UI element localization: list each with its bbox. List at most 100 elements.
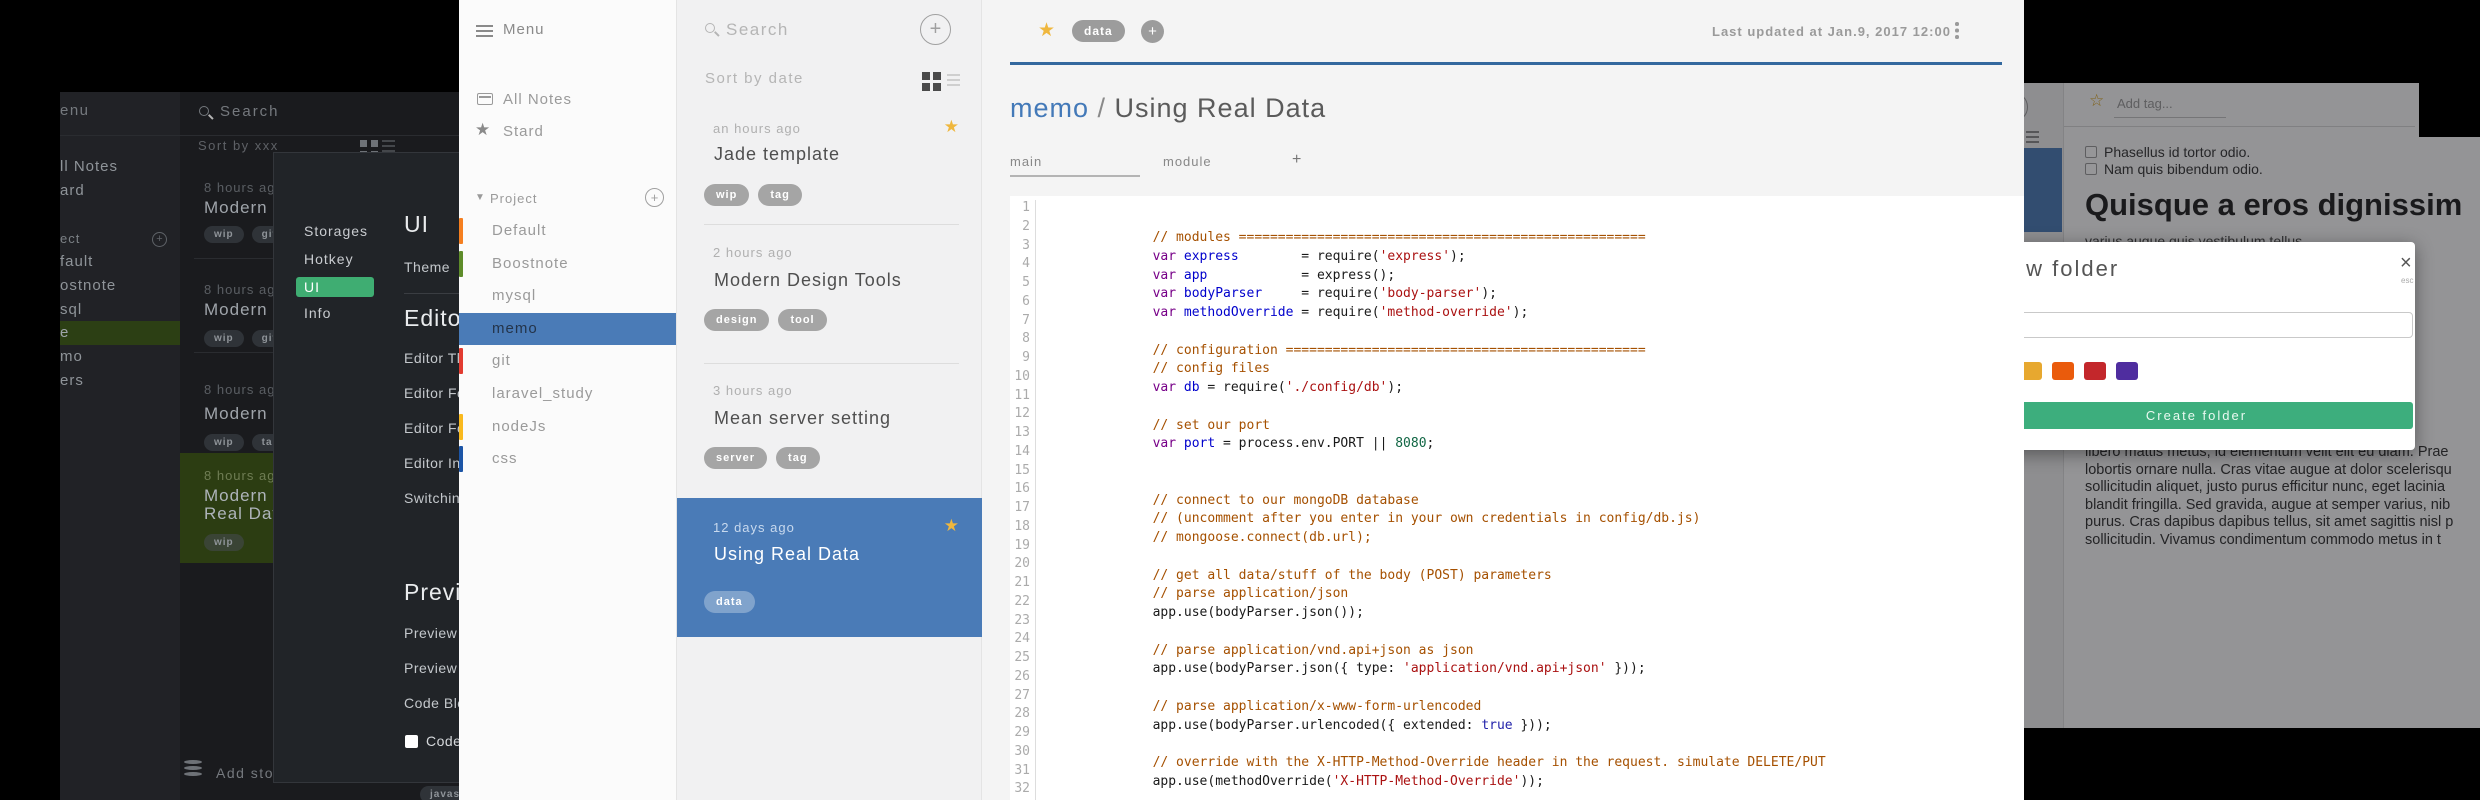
add-tag-button[interactable]: + — [1141, 20, 1164, 43]
grid-view-icon[interactable] — [360, 140, 367, 147]
create-folder-button[interactable]: Create folder — [1980, 402, 2413, 429]
left-menu-label[interactable]: enu — [60, 102, 90, 119]
tag-pill[interactable]: wip — [204, 534, 244, 551]
tag-pill[interactable]: wip — [204, 434, 244, 451]
tag-pill[interactable]: wip — [204, 330, 244, 347]
note-tag-pill[interactable]: data — [1072, 20, 1125, 42]
sidebar-item-all-notes[interactable]: All Notes — [503, 91, 572, 108]
left-folder-item[interactable]: mo — [60, 345, 180, 369]
note-list-item-selected[interactable]: 12 days ago ★ Using Real Data data — [677, 498, 983, 637]
black-margin-topright — [2024, 0, 2480, 83]
kebab-menu-icon[interactable] — [1955, 22, 1959, 26]
tag-pill[interactable]: wip — [204, 226, 244, 243]
left-folder-item[interactable]: e — [60, 321, 180, 346]
code-text: var db = require('./config/db'); — [1036, 350, 1403, 395]
settings-tab-ui[interactable]: UI — [296, 277, 374, 297]
tag-pill[interactable]: tag — [776, 447, 820, 469]
search-input[interactable]: Search — [726, 20, 789, 40]
folder-item[interactable]: mysql — [459, 280, 676, 313]
hamburger-menu-icon[interactable] — [476, 25, 493, 27]
tab-module[interactable]: module — [1163, 154, 1212, 169]
project-label[interactable]: Project — [490, 191, 537, 206]
color-swatch[interactable] — [2116, 362, 2138, 380]
code-line: 4 var bodyParser = require('body-parser'… — [1010, 256, 2024, 301]
folder-item[interactable]: git — [459, 345, 676, 378]
tag-pill[interactable]: wip — [704, 184, 750, 206]
code-text: // get all data/stuff of the body (POST)… — [1036, 538, 1552, 583]
folder-name: laravel_study — [492, 384, 594, 402]
settings-tab-ui-label: UI — [304, 279, 320, 295]
star-icon[interactable]: ★ — [944, 516, 959, 536]
list-view-icon[interactable] — [382, 140, 395, 142]
left-sidebar-item-starred[interactable]: ard — [60, 182, 85, 199]
color-swatch[interactable] — [2084, 362, 2106, 380]
star-icon[interactable]: ★ — [1038, 19, 1055, 42]
note-title: Using Real Data — [714, 544, 861, 564]
menu-label[interactable]: Menu — [503, 21, 545, 38]
line-number: 15 — [1010, 462, 1036, 482]
left-sort-label[interactable]: Sort by xxx — [198, 138, 279, 153]
color-swatch[interactable] — [2052, 362, 2074, 380]
left-search-input[interactable]: Search — [220, 103, 280, 120]
left-sidebar-project[interactable]: ect — [60, 231, 80, 246]
code-token: ; — [1426, 436, 1435, 452]
settings-ui-title: UI — [404, 211, 429, 237]
note-tags: wip — [204, 532, 252, 551]
star-icon: ★ — [475, 120, 491, 139]
note-time: an hours ago — [713, 121, 801, 136]
settings-theme-label: Theme — [404, 259, 451, 275]
breadcrumb-folder[interactable]: memo — [1010, 93, 1089, 123]
settings-tab-hotkey[interactable]: Hotkey — [304, 251, 354, 267]
tab-main-underline — [1010, 175, 1140, 177]
folder-item[interactable]: memo — [459, 312, 676, 346]
code-line: 27 app.use(bodyParser.urlencoded({ exten… — [1010, 687, 2024, 733]
code-editor[interactable]: 1 // modules ===========================… — [1010, 196, 2024, 800]
left-folder-item[interactable]: ers — [60, 369, 180, 393]
tag-pill[interactable]: data — [704, 591, 755, 613]
tag-pill[interactable]: tag — [758, 184, 802, 206]
left-folder-item[interactable]: sql — [60, 298, 180, 322]
note-time: 8 hours ago — [204, 382, 284, 397]
tag-pill[interactable]: server — [704, 447, 768, 469]
sort-by-dropdown[interactable]: Sort by date — [705, 70, 804, 87]
tag-pill[interactable]: tool — [778, 309, 827, 331]
settings-checkbox[interactable] — [405, 735, 418, 748]
sidebar-item-starred[interactable]: Stard — [503, 123, 544, 140]
folder-name: css — [492, 450, 518, 468]
left-sidebar-item-all-notes[interactable]: ll Notes — [60, 158, 118, 175]
note-list-item[interactable]: an hours ago ★ Jade template wip tag — [677, 104, 983, 224]
black-corner-topright — [2419, 83, 2480, 137]
folder-item[interactable]: laravel_study — [459, 378, 676, 411]
search-icon — [705, 23, 715, 33]
left-folder-item[interactable]: ostnote — [60, 274, 180, 298]
add-folder-icon[interactable]: + — [645, 188, 664, 207]
folder-item[interactable]: Boostnote — [459, 248, 676, 281]
note-list-item[interactable]: 2 hours ago Modern Design Tools design to… — [677, 228, 983, 363]
settings-tab-info[interactable]: Info — [304, 305, 331, 321]
new-note-button[interactable]: + — [920, 14, 951, 45]
chevron-down-icon[interactable]: ▼ — [475, 192, 485, 203]
note-time: 8 hours ago — [204, 180, 284, 195]
code-line: 13 — [1010, 425, 2024, 444]
tab-main[interactable]: main — [1010, 154, 1042, 169]
code-text: var bodyParser = require('body-parser'); — [1036, 256, 1497, 301]
folder-item[interactable]: nodeJs — [459, 411, 676, 444]
tag-pill[interactable]: design — [704, 309, 770, 331]
list-view-icon[interactable] — [947, 74, 960, 76]
close-icon[interactable]: × — [2400, 252, 2412, 275]
folder-item[interactable]: Default — [459, 215, 676, 248]
left-folder-item[interactable]: fault — [60, 250, 180, 274]
add-folder-icon[interactable]: + — [152, 232, 167, 247]
code-text: app.use(bodyParser.json({ type: 'applica… — [1036, 631, 1646, 676]
folder-item[interactable]: css — [459, 443, 676, 476]
grid-view-icon[interactable] — [922, 72, 930, 80]
note-list-item[interactable]: 3 hours ago Mean server setting server ta… — [677, 367, 983, 498]
line-number: 29 — [1010, 725, 1036, 744]
folder-name-input[interactable] — [1980, 312, 2413, 338]
line-number: 16 — [1010, 481, 1036, 500]
tab-add-button[interactable]: + — [1292, 151, 1302, 169]
settings-tab-storages[interactable]: Storages — [304, 223, 368, 239]
star-icon[interactable]: ★ — [944, 117, 959, 137]
main-note-list: Search + Sort by date an hours ago ★ Jad… — [676, 0, 983, 800]
